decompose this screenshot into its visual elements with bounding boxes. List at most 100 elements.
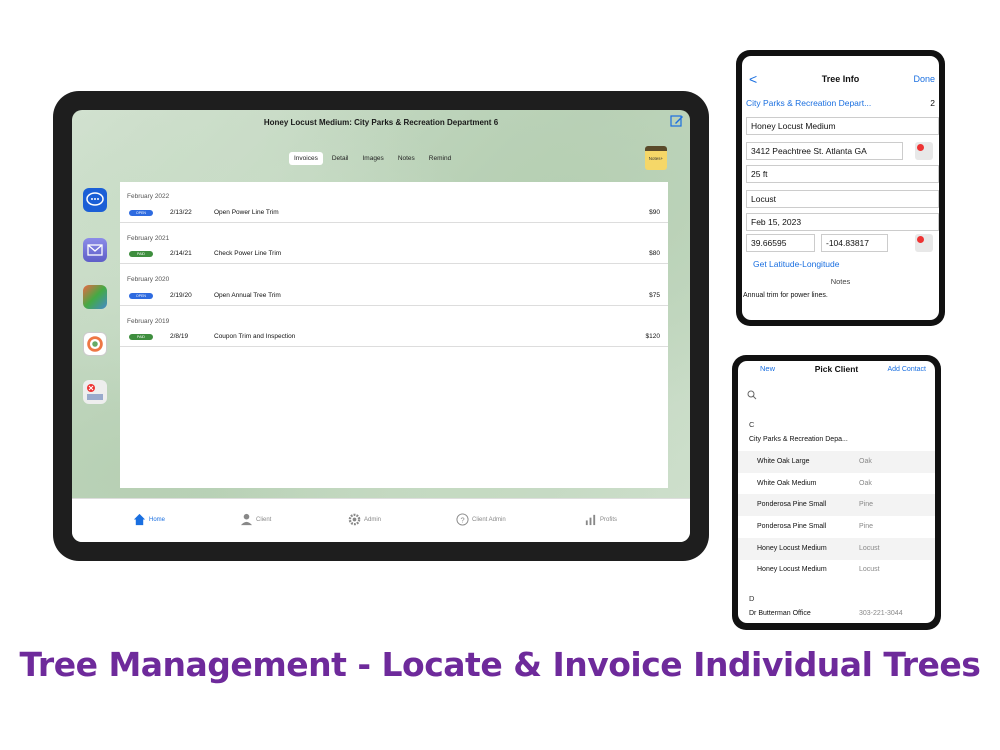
tab-client[interactable]: Client — [240, 513, 271, 526]
touch-icon[interactable] — [83, 285, 107, 309]
tree-type: Pine — [859, 501, 874, 508]
tab-images[interactable]: Images — [357, 152, 388, 165]
bottom-tabbar: Home Client Admin ? Client Admin Profits — [72, 498, 690, 542]
status-badge: PAID — [129, 251, 153, 257]
longitude-field[interactable]: -104.83817 — [821, 234, 888, 252]
latitude-field[interactable]: 39.66595 — [746, 234, 815, 252]
client-link[interactable]: City Parks & Recreation Depart... — [746, 98, 871, 108]
tab-client-admin[interactable]: ? Client Admin — [456, 513, 506, 526]
tree-count: 2 — [930, 98, 935, 108]
map-pin-icon[interactable] — [915, 234, 933, 252]
year-label: February 2020 — [127, 276, 170, 283]
tree-row[interactable]: Honey Locust Medium Locust — [738, 538, 935, 560]
page-title: Honey Locust Medium: City Parks & Recrea… — [263, 118, 499, 127]
invoice-row[interactable]: PAID 2/8/19 Coupon Trim and Inspection $… — [120, 327, 668, 347]
tab-home-label: Home — [149, 516, 166, 523]
tab-admin[interactable]: Admin — [348, 513, 381, 526]
date-field[interactable]: Feb 15, 2023 — [746, 213, 939, 231]
tree-row[interactable]: Ponderosa Pine Small Pine — [738, 494, 935, 516]
invoice-desc: Open Power Line Trim — [214, 209, 279, 216]
address-field[interactable]: 3412 Peachtree St. Atlanta GA — [746, 142, 903, 160]
message-icon[interactable] — [83, 188, 107, 212]
year-label: February 2022 — [127, 193, 170, 200]
tree-name: White Oak Large — [757, 458, 810, 465]
section-header-c: C — [749, 420, 755, 429]
tab-detail[interactable]: Detail — [327, 152, 354, 165]
invoice-date: 2/13/22 — [170, 209, 192, 216]
tab-profits-label: Profits — [600, 516, 618, 523]
invoice-desc: Coupon Trim and Inspection — [214, 333, 296, 340]
compose-icon[interactable] — [670, 114, 684, 128]
tree-info-screen: < Tree Info Done City Parks & Recreation… — [742, 56, 939, 320]
invoice-desc: Check Power Line Trim — [214, 250, 282, 257]
section-header-d: D — [749, 594, 755, 603]
client-name: City Parks & Recreation Depa... — [749, 436, 848, 443]
tree-name: White Oak Medium — [757, 480, 817, 487]
tree-info-navbar: < Tree Info Done — [742, 71, 939, 88]
year-label: February 2019 — [127, 318, 170, 325]
status-badge: OPEN — [129, 293, 153, 299]
done-button[interactable]: Done — [913, 74, 935, 84]
tree-type: Locust — [859, 566, 880, 573]
invoice-amount: $80 — [649, 250, 660, 257]
tab-invoices[interactable]: Invoices — [289, 152, 323, 165]
gear-icon — [348, 513, 361, 526]
tree-row[interactable]: White Oak Large Oak — [738, 451, 935, 473]
notes-textarea[interactable]: Annual trim for power lines. — [743, 292, 828, 299]
tree-name-field[interactable]: Honey Locust Medium — [746, 117, 939, 135]
tab-notes[interactable]: Notes — [393, 152, 420, 165]
add-contact-button[interactable]: Add Contact — [887, 366, 926, 373]
tree-name: Honey Locust Medium — [757, 566, 827, 573]
pick-client-screen: New Pick Client Add Contact C City Parks… — [738, 361, 935, 623]
tree-row[interactable]: Ponderosa Pine Small Pine — [738, 516, 935, 538]
invoice-row[interactable]: OPEN 2/13/22 Open Power Line Trim $90 — [120, 203, 668, 223]
map-pin-icon[interactable] — [915, 142, 933, 160]
invoice-date: 2/14/21 — [170, 250, 192, 257]
promo-stage: Honey Locust Medium: City Parks & Recrea… — [0, 0, 1000, 750]
invoice-list: February 2022 OPEN 2/13/22 Open Power Li… — [120, 182, 668, 488]
client-phone: 303-221-3044 — [859, 610, 903, 617]
invoice-amount: $75 — [649, 292, 660, 299]
height-field[interactable]: 25 ft — [746, 165, 939, 183]
ipad-screen: Honey Locust Medium: City Parks & Recrea… — [72, 110, 690, 542]
status-badge: OPEN — [129, 210, 153, 216]
tree-name: Honey Locust Medium — [757, 545, 827, 552]
map-icon[interactable] — [83, 380, 107, 404]
tree-info-title: Tree Info — [821, 74, 860, 84]
tab-admin-label: Admin — [364, 516, 382, 523]
tree-row[interactable]: White Oak Medium Oak — [738, 473, 935, 495]
invoice-row[interactable]: PAID 2/14/21 Check Power Line Trim $80 — [120, 244, 668, 264]
client-row[interactable]: Dr Butterman Office 303-221-3044 — [738, 603, 935, 623]
notes-pad-icon[interactable]: Notes+ — [645, 146, 667, 170]
search-icon[interactable] — [747, 390, 757, 400]
client-name: Dr Butterman Office — [749, 610, 811, 617]
segmented-tabs: Invoices Detail Images Notes Remind — [289, 152, 456, 165]
mail-icon[interactable] — [83, 238, 107, 262]
tab-profits[interactable]: Profits — [584, 513, 617, 526]
notes-label: Notes — [830, 277, 851, 286]
invoice-row[interactable]: OPEN 2/19/20 Open Annual Tree Trim $75 — [120, 286, 668, 306]
species-field[interactable]: Locust — [746, 190, 939, 208]
invoice-date: 2/8/19 — [170, 333, 189, 340]
tree-type: Oak — [859, 480, 872, 487]
status-badge: PAID — [129, 334, 153, 340]
invoice-desc: Open Annual Tree Trim — [214, 292, 281, 299]
person-icon — [240, 513, 253, 526]
pick-client-navbar: New Pick Client Add Contact — [738, 364, 935, 380]
photos-icon[interactable] — [83, 332, 107, 356]
notes-pad-label: Notes+ — [648, 156, 664, 161]
tab-client-label: Client — [256, 516, 272, 523]
help-icon: ? — [456, 513, 469, 526]
tab-home[interactable]: Home — [133, 513, 165, 526]
get-lat-long-link[interactable]: Get Latitude-Longitude — [753, 259, 839, 269]
tree-name: Ponderosa Pine Small — [757, 501, 827, 508]
invoice-amount: $120 — [645, 333, 660, 340]
svg-text:?: ? — [460, 515, 464, 524]
chart-icon — [585, 514, 596, 526]
tab-remind[interactable]: Remind — [424, 152, 456, 165]
tree-row[interactable]: Honey Locust Medium Locust — [738, 559, 935, 581]
tree-type: Pine — [859, 523, 874, 530]
client-row[interactable]: City Parks & Recreation Depa... — [738, 429, 935, 451]
invoice-amount: $90 — [649, 209, 660, 216]
headline: Tree Management - Locate & Invoice Indiv… — [19, 645, 981, 684]
